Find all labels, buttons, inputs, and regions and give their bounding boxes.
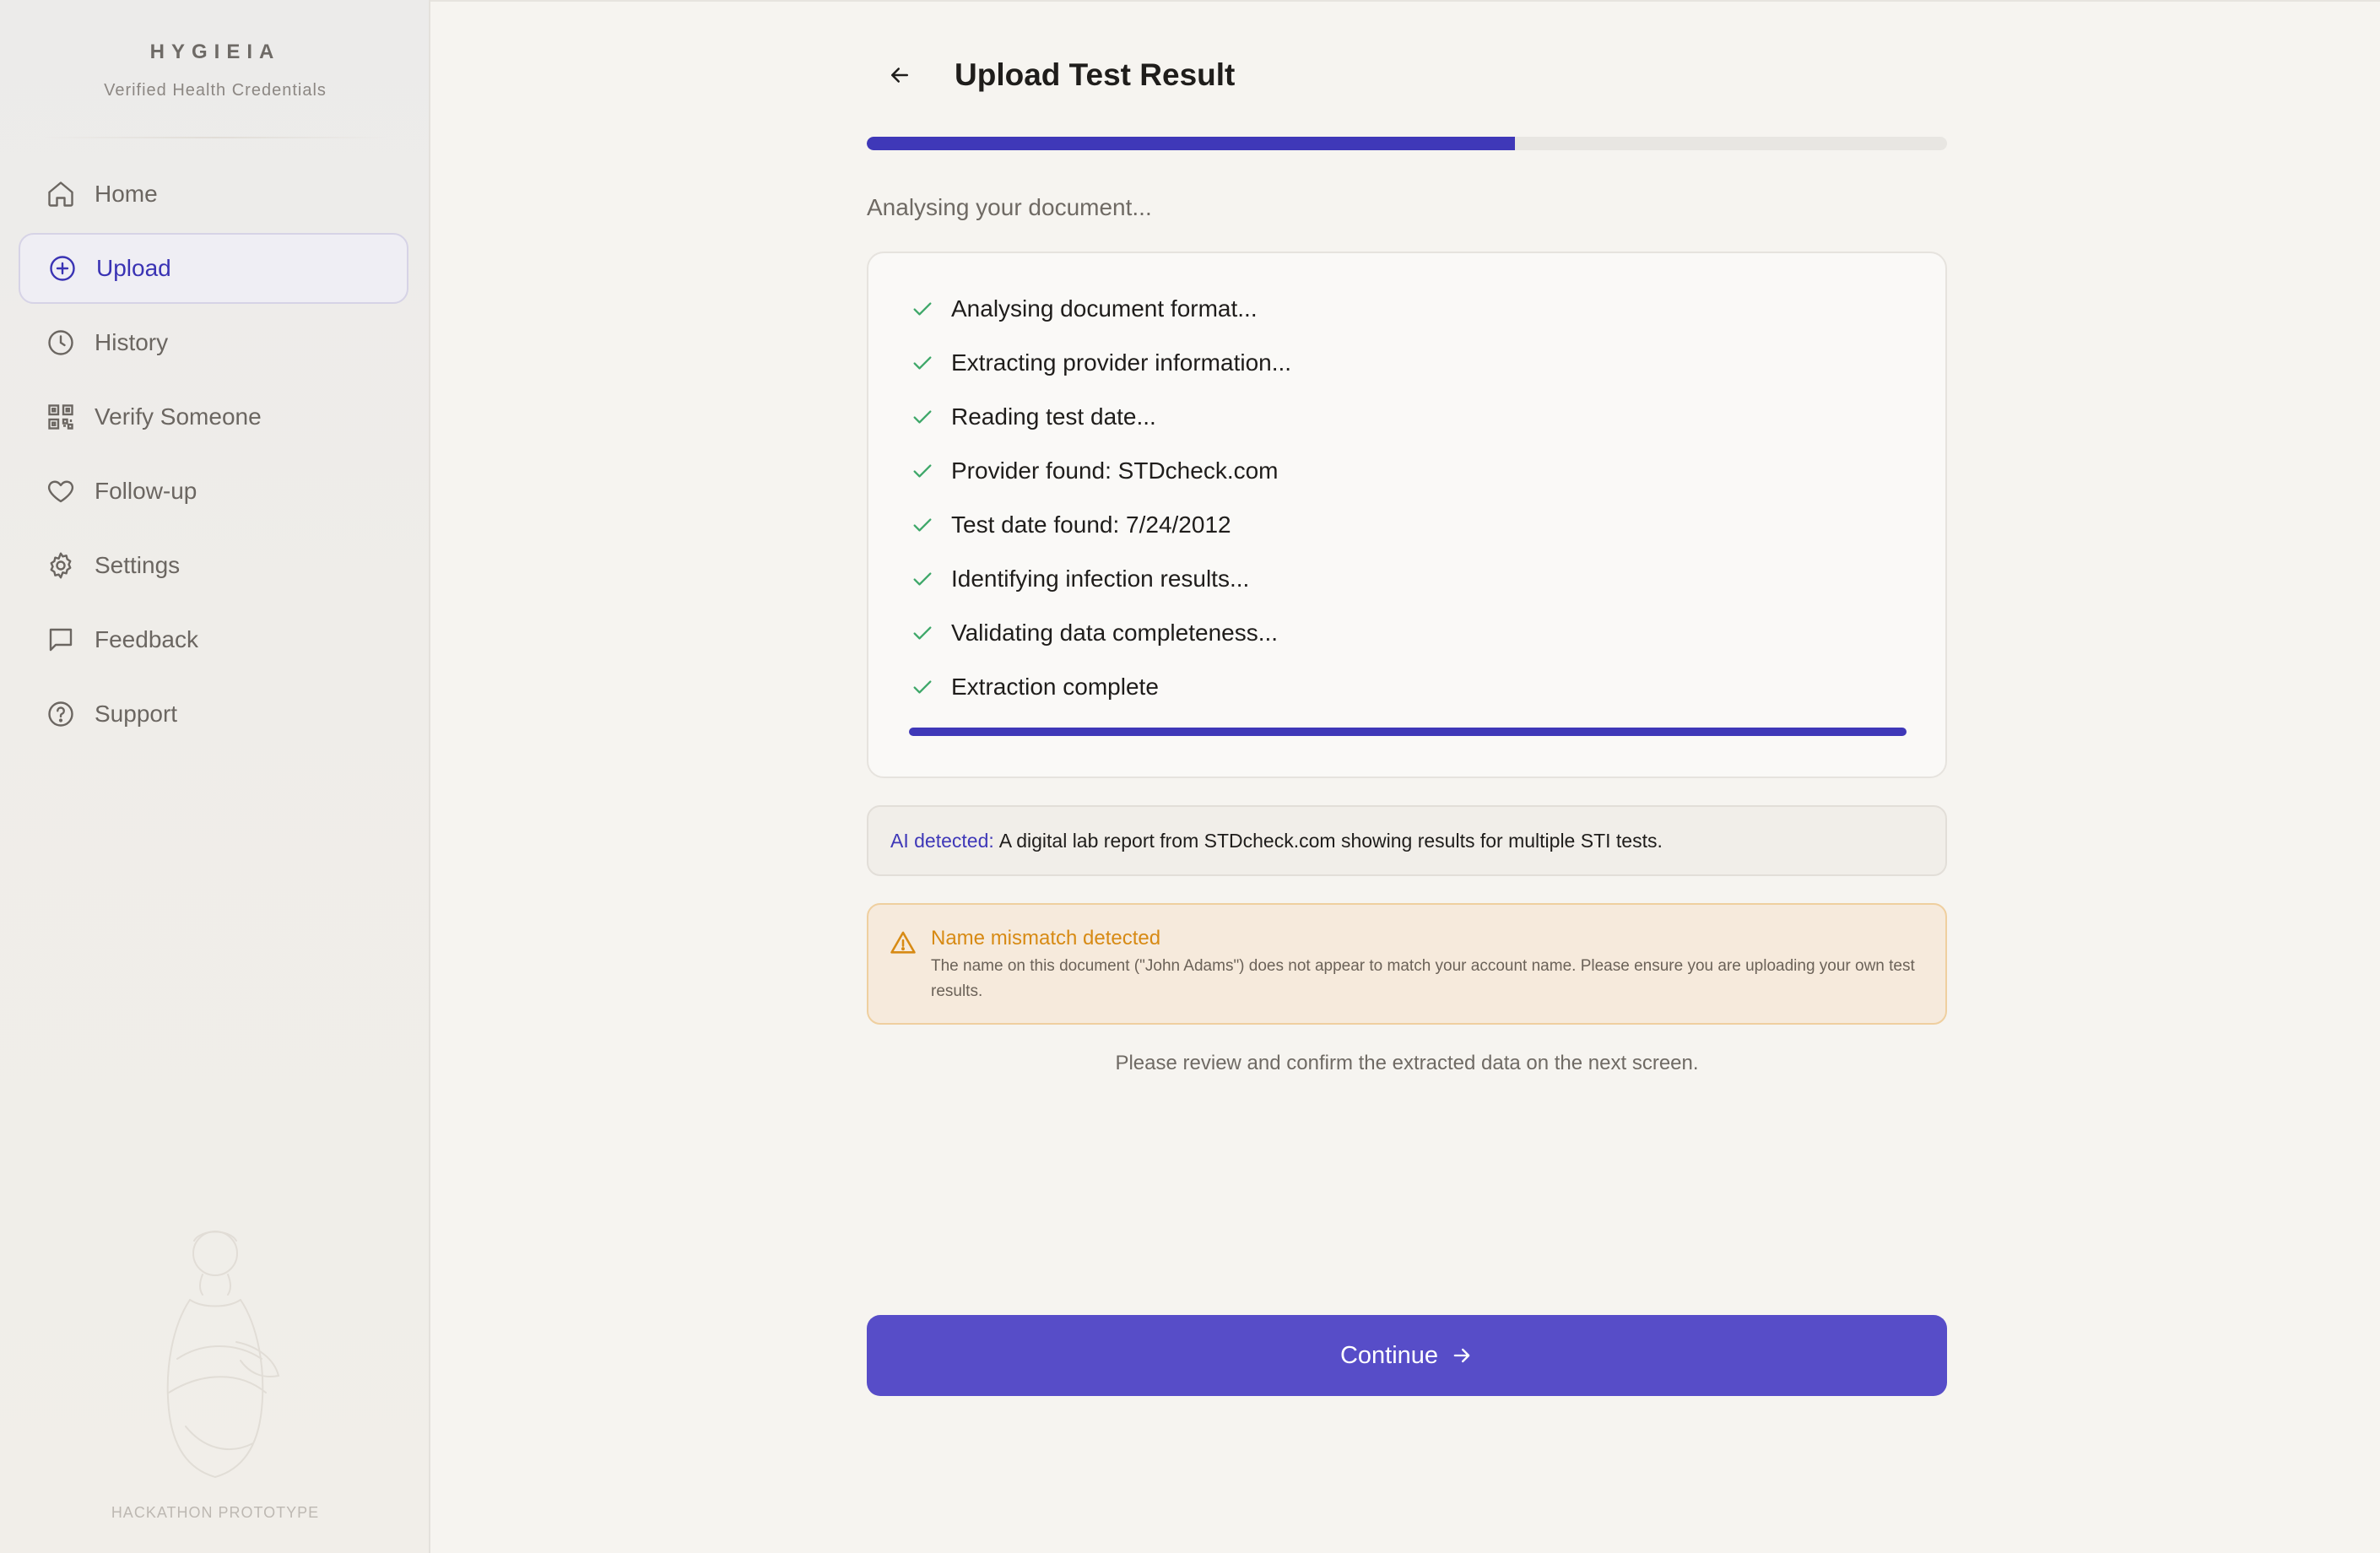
warning-triangle-icon: [890, 931, 916, 954]
warning-body: The name on this document ("John Adams")…: [931, 957, 1915, 1000]
extraction-steps-card: Analysing document format... Extracting …: [867, 252, 1947, 778]
extraction-step-label: Extraction complete: [951, 674, 1159, 700]
sidebar-item-history[interactable]: History: [19, 307, 408, 378]
prototype-label: HACKATHON PROTOTYPE: [111, 1504, 320, 1521]
ai-detected-box: AI detected: A digital lab report from S…: [867, 805, 1947, 876]
sidebar-item-label: Upload: [96, 255, 171, 281]
ai-detected-text: A digital lab report from STDcheck.com s…: [998, 829, 1663, 852]
check-icon: [911, 512, 936, 538]
sidebar-item-label: Verify Someone: [95, 403, 262, 430]
check-icon: [911, 620, 936, 646]
heart-icon: [46, 476, 76, 506]
check-icon: [911, 566, 936, 592]
back-button[interactable]: [879, 54, 921, 96]
extraction-step-label: Provider found: STDcheck.com: [951, 457, 1279, 484]
sidebar-item-feedback[interactable]: Feedback: [19, 604, 408, 675]
plus-circle-icon: [47, 253, 78, 284]
sidebar-item-upload[interactable]: Upload: [19, 233, 408, 304]
page-title: Upload Test Result: [955, 57, 1236, 92]
page-header: Upload Test Result: [867, 54, 1235, 96]
clock-icon: [46, 327, 76, 358]
upload-progress-bar: [867, 137, 1947, 150]
extraction-step: Reading test date...: [911, 390, 1291, 444]
extraction-step: Validating data completeness...: [911, 606, 1291, 660]
check-icon: [911, 458, 936, 484]
extraction-step: Extraction complete: [911, 660, 1291, 714]
check-icon: [911, 296, 936, 322]
extraction-step: Analysing document format...: [911, 282, 1291, 336]
extraction-step: Extracting provider information...: [911, 336, 1291, 390]
sidebar-item-label: Home: [95, 181, 158, 207]
continue-button-label: Continue: [1339, 1341, 1439, 1369]
brand-divider: [42, 137, 388, 138]
sidebar: HYGIEIA Verified Health Credentials Home…: [0, 0, 430, 1553]
help-circle-icon: [46, 699, 76, 729]
qr-code-icon: [46, 402, 76, 432]
continue-button[interactable]: Continue: [867, 1315, 1947, 1396]
arrow-left-icon: [891, 68, 908, 83]
upload-progress-fill: [867, 137, 1515, 150]
sidebar-item-home[interactable]: Home: [19, 159, 408, 230]
extraction-progress-bar: [909, 728, 1907, 736]
name-mismatch-warning: Name mismatch detected The name on this …: [867, 903, 1947, 1025]
message-icon: [46, 625, 76, 655]
brand-subtitle: Verified Health Credentials: [104, 81, 327, 100]
sidebar-item-label: Follow-up: [95, 478, 197, 504]
extraction-step-label: Reading test date...: [951, 403, 1156, 430]
check-icon: [911, 674, 936, 700]
extraction-step-label: Extracting provider information...: [951, 349, 1292, 376]
extraction-step-label: Validating data completeness...: [951, 620, 1279, 646]
review-note: Please review and confirm the extracted …: [1115, 1052, 1699, 1074]
brand-title: HYGIEIA: [149, 41, 281, 63]
main-content: Upload Test Result Analysing your docume…: [867, 0, 1947, 1553]
warning-title: Name mismatch detected: [931, 927, 1161, 950]
check-icon: [911, 404, 936, 430]
sidebar-item-label: Settings: [95, 552, 181, 578]
extraction-step-label: Test date found: 7/24/2012: [951, 511, 1231, 538]
sidebar-item-label: Support: [95, 701, 178, 727]
sidebar-item-settings[interactable]: Settings: [19, 530, 408, 601]
sidebar-item-support[interactable]: Support: [19, 679, 408, 749]
sidebar-nav: Home Upload History Verify Someone Follo…: [19, 159, 408, 753]
gear-icon: [46, 550, 76, 581]
sidebar-item-label: History: [95, 329, 169, 355]
ai-detected-label: AI detected:: [890, 829, 994, 852]
sidebar-item-follow-up[interactable]: Follow-up: [19, 456, 408, 527]
sidebar-item-verify-someone[interactable]: Verify Someone: [19, 381, 408, 452]
arrow-right-icon: [1453, 1348, 1470, 1363]
extraction-step: Test date found: 7/24/2012: [911, 498, 1291, 552]
sidebar-item-label: Feedback: [95, 626, 198, 652]
extraction-steps-list: Analysing document format... Extracting …: [911, 282, 1291, 714]
goddess-statue-illustration: [166, 1231, 280, 1478]
extraction-step-label: Identifying infection results...: [951, 565, 1250, 592]
home-icon: [46, 179, 76, 209]
extraction-step-label: Analysing document format...: [951, 295, 1258, 322]
brand: HYGIEIA Verified Health Credentials: [0, 41, 430, 100]
extraction-step: Identifying infection results...: [911, 552, 1291, 606]
check-icon: [911, 350, 936, 376]
analysis-status-text: Analysing your document...: [867, 194, 1152, 220]
extraction-step: Provider found: STDcheck.com: [911, 444, 1291, 498]
